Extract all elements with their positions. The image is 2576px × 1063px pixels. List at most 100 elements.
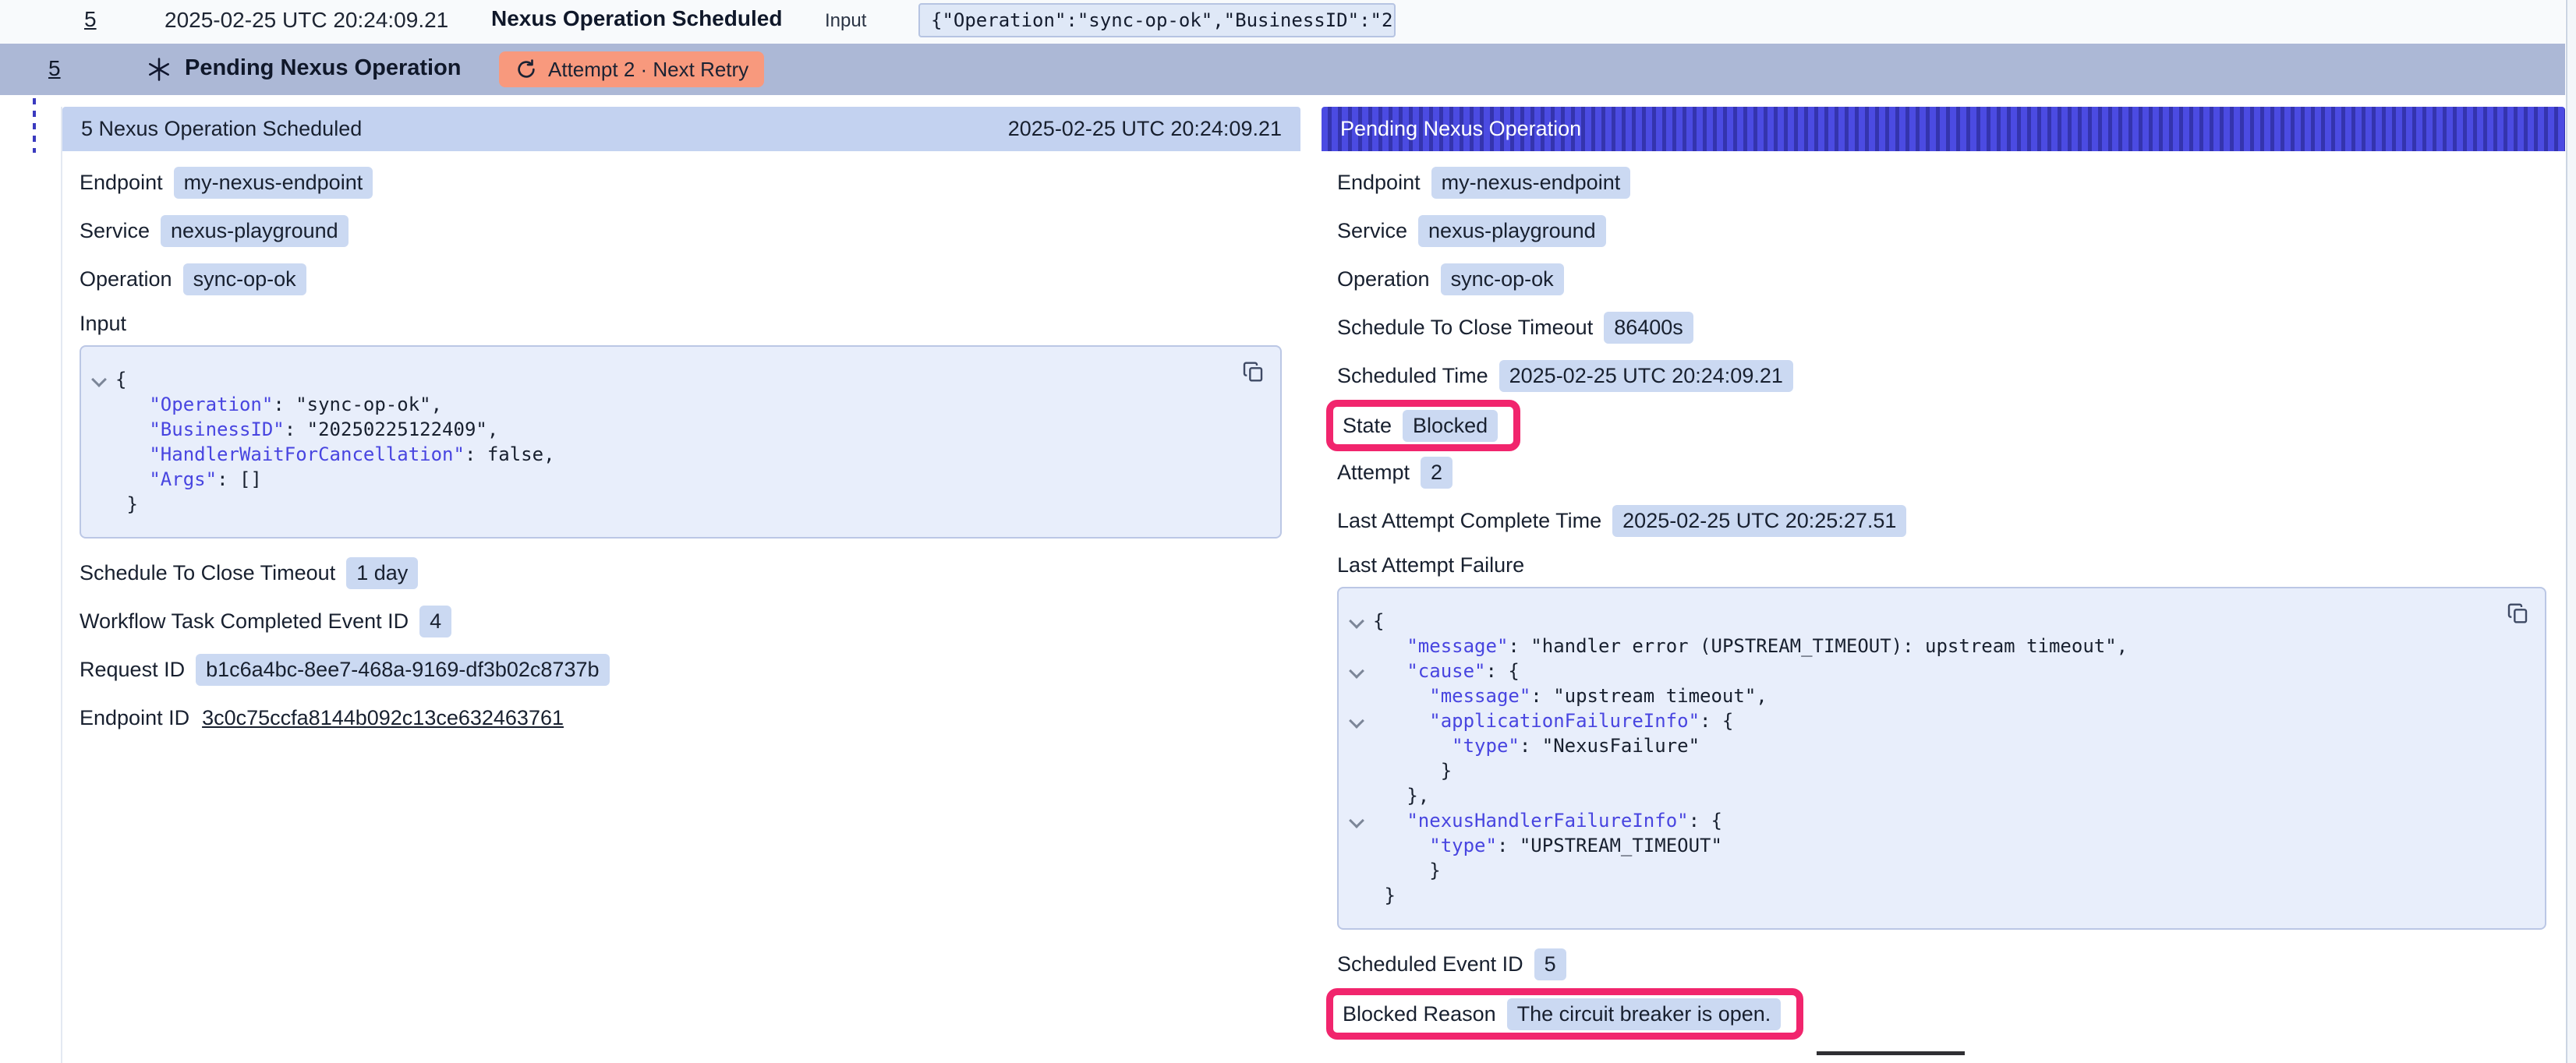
bottom-edge-line — [1817, 1051, 1965, 1055]
field-value: 2 — [1421, 457, 1453, 489]
field-value: sync-op-ok — [1441, 263, 1564, 295]
field-group: Scheduled Event ID 5 Blocked ReasonThe cir… — [1337, 948, 2546, 1045]
field-label: Operation — [1337, 267, 1430, 291]
field-label: State — [1343, 414, 1392, 438]
field-group: Endpointmy-nexus-endpoint Service nexus-pl… — [1337, 167, 2546, 536]
event-timestamp: 2025-02-25 UTC 20:24:09.21 — [165, 8, 448, 33]
field-group: Endpointmy-nexus-endpointServicenexus-pl… — [80, 167, 1282, 295]
code-text: "nexusHandlerFailureInfo": { — [1373, 810, 1722, 832]
panel-title: Pending Nexus Operation — [1340, 117, 1581, 141]
field-row-endpoint-id: Endpoint ID3c0c75ccfa8144b092c13ce632463… — [80, 702, 1282, 733]
code-line: "type": "NexusFailure" — [1339, 733, 2545, 758]
panel-title: 5 Nexus Operation Scheduled — [81, 117, 362, 141]
code-text: "applicationFailureInfo": { — [1373, 710, 1733, 732]
code-text: "type": "NexusFailure" — [1373, 735, 1700, 757]
field-value: sync-op-ok — [183, 263, 306, 295]
code-text: "Args": [] — [115, 468, 262, 490]
panel-timestamp: 2025-02-25 UTC 20:24:09.21 — [1008, 117, 1282, 141]
field-value: b1c6a4bc-8ee7-468a-9169-df3b02c8737b — [196, 654, 609, 686]
event-input-preview[interactable]: {"Operation":"sync-op-ok","BusinessID":"… — [918, 3, 1396, 37]
field-label: Schedule To Close Timeout — [1337, 316, 1593, 340]
copy-button[interactable] — [2506, 601, 2531, 626]
code-line: "cause": { — [1339, 659, 2545, 683]
input-json-viewer: { "Operation": "sync-op-ok", "BusinessID… — [80, 345, 1282, 539]
code-gutter — [1339, 812, 1373, 830]
input-section-label: Input — [80, 312, 1282, 338]
code-line: "HandlerWaitForCancellation": false, — [81, 442, 1280, 467]
field-value: my-nexus-endpoint — [174, 167, 373, 199]
field-value: my-nexus-endpoint — [1431, 167, 1631, 199]
field-row-endpoint: Endpointmy-nexus-endpoint — [1337, 167, 2546, 198]
highlight-annotation-box: Blocked ReasonThe circuit breaker is ope… — [1326, 988, 1803, 1040]
panel-scheduled-details: 5 Nexus Operation Scheduled 2025-02-25 U… — [61, 107, 1300, 1063]
panel-scheduled-header: 5 Nexus Operation Scheduled 2025-02-25 U… — [62, 107, 1300, 151]
collapse-chevron-icon[interactable] — [1349, 663, 1364, 679]
field-label: Workflow Task Completed Event ID — [80, 609, 409, 634]
field-row-attempt: Attempt 2 — [1337, 457, 2546, 488]
code-line: { — [81, 367, 1280, 392]
event-id-link[interactable]: 5 — [48, 56, 61, 81]
code-text: "cause": { — [1373, 660, 1520, 682]
panel-pending-header: Pending Nexus Operation — [1322, 107, 2565, 151]
field-row-state: StateBlocked — [1343, 410, 1498, 441]
event-input-label: Input — [825, 10, 866, 32]
field-value: nexus-playground — [161, 215, 349, 247]
field-row-scheduled-time: Scheduled Time2025-02-25 UTC 20:24:09.21 — [1337, 360, 2546, 391]
collapse-chevron-icon[interactable] — [1349, 613, 1364, 629]
field-value[interactable]: 3c0c75ccfa8144b092c13ce632463761 — [200, 702, 565, 734]
event-row-pending[interactable]: 5 Pending Nexus Operation Attempt 2 · Ne… — [0, 44, 2565, 95]
code-line: } — [1339, 883, 2545, 908]
field-row-request-id: Request ID b1c6a4bc-8ee7-468a-9169-df3b02… — [80, 654, 1282, 685]
code-line: "Operation": "sync-op-ok", — [81, 392, 1280, 417]
field-value: The circuit breaker is open. — [1507, 998, 1782, 1030]
collapse-chevron-icon[interactable] — [1349, 713, 1364, 729]
field-value: 5 — [1534, 948, 1566, 980]
event-id-link[interactable]: 5 — [84, 7, 97, 32]
event-title: Pending Nexus Operation — [185, 55, 462, 81]
field-row-service: Service nexus-playground — [1337, 215, 2546, 246]
code-text: "Operation": "sync-op-ok", — [115, 394, 442, 415]
code-line: "message": "handler error (UPSTREAM_TIME… — [1339, 634, 2545, 659]
code-line: "Args": [] — [81, 467, 1280, 492]
code-text: "type": "UPSTREAM_TIMEOUT" — [1373, 835, 1722, 856]
code-gutter — [1339, 662, 1373, 680]
field-row-workflow-task-completed-event-id: Workflow Task Completed Event ID 4 — [80, 606, 1282, 637]
code-line: "BusinessID": "20250225122409", — [81, 417, 1280, 442]
copy-icon — [1241, 359, 1266, 384]
field-row-blocked-reason: Blocked ReasonThe circuit breaker is ope… — [1343, 998, 1781, 1029]
field-value: 1 day — [346, 557, 418, 589]
field-label: Operation — [80, 267, 172, 291]
code-line: "applicationFailureInfo": { — [1339, 708, 2545, 733]
code-text: } — [1373, 885, 1396, 906]
panel-pending-details: Pending Nexus Operation Endpointmy-nexus… — [1322, 107, 2565, 1063]
code-line: "nexusHandlerFailureInfo": { — [1339, 808, 2545, 833]
field-row-scheduled-event-id: Scheduled Event ID 5 — [1337, 948, 2546, 980]
collapse-chevron-icon[interactable] — [91, 372, 107, 387]
field-label: Service — [80, 219, 150, 243]
field-value: 86400s — [1604, 312, 1693, 344]
field-label: Attempt — [1337, 461, 1410, 485]
attempt-badge-label: Attempt 2 · Next Retry — [548, 58, 748, 82]
scrollbar-track[interactable] — [2566, 0, 2576, 1063]
code-gutter — [1339, 712, 1373, 730]
code-text: { — [1373, 610, 1384, 632]
event-row-scheduled[interactable]: 5 2025-02-25 UTC 20:24:09.21 Nexus Opera… — [0, 0, 2565, 44]
field-label: Request ID — [80, 658, 185, 682]
retry-icon — [515, 58, 538, 81]
field-value: 4 — [419, 606, 451, 637]
failure-json-viewer: { "message": "handler error (UPSTREAM_TI… — [1337, 587, 2546, 930]
code-line: { — [1339, 609, 2545, 634]
code-gutter — [81, 371, 115, 389]
field-label: Scheduled Time — [1337, 364, 1488, 388]
collapse-chevron-icon[interactable] — [1349, 813, 1364, 828]
attempt-retry-badge[interactable]: Attempt 2 · Next Retry — [499, 51, 764, 87]
code-text: { — [115, 369, 126, 390]
field-label: Service — [1337, 219, 1407, 243]
field-label: Scheduled Event ID — [1337, 952, 1523, 976]
code-text: "message": "handler error (UPSTREAM_TIME… — [1373, 635, 2128, 657]
copy-button[interactable] — [1241, 359, 1266, 384]
code-text: } — [1373, 760, 1452, 782]
field-value: nexus-playground — [1418, 215, 1606, 247]
field-row-service: Service nexus-playground — [80, 215, 1282, 246]
code-line: } — [1339, 858, 2545, 883]
